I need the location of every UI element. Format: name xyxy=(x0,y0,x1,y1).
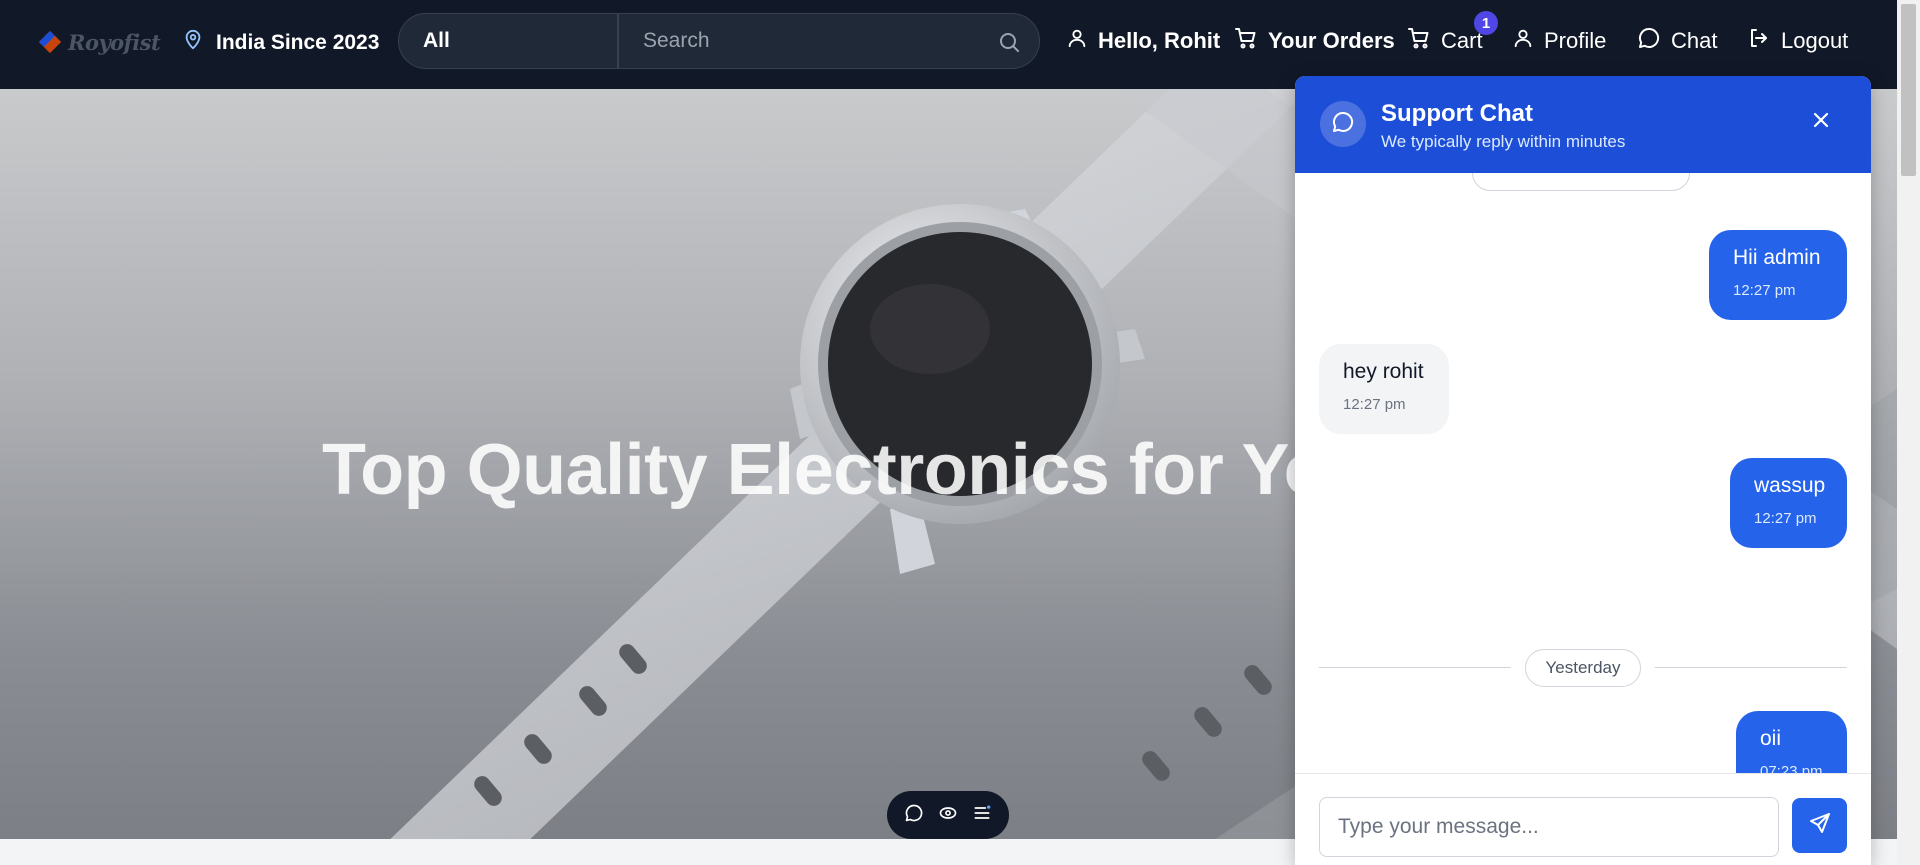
hero-title: Top Quality Electronics for You xyxy=(322,430,1371,510)
menu-icon[interactable] xyxy=(972,803,992,828)
location-indicator[interactable]: India Since 2023 xyxy=(182,28,379,58)
account-greeting[interactable]: Hello, Rohit xyxy=(1066,26,1220,56)
message-outgoing: wassup 12:27 pm xyxy=(1730,458,1847,548)
send-icon xyxy=(1808,811,1832,840)
orders-link[interactable]: Your Orders xyxy=(1234,26,1395,56)
message-time: 07:23 pm xyxy=(1760,763,1823,773)
profile-label: Profile xyxy=(1544,28,1607,53)
scrollbar-thumb[interactable] xyxy=(1901,4,1916,176)
cart-label: Cart xyxy=(1441,28,1483,53)
chat-label: Chat xyxy=(1671,28,1718,53)
message-input[interactable]: Type your message... xyxy=(1319,797,1779,857)
cart-count-badge: 1 xyxy=(1474,11,1498,35)
cart-icon xyxy=(1407,26,1431,56)
message-time: 12:27 pm xyxy=(1754,510,1817,527)
message-outgoing: Hii admin 12:27 pm xyxy=(1709,230,1847,320)
divider-line xyxy=(1319,667,1511,668)
greeting-label: Hello, Rohit xyxy=(1098,28,1221,53)
date-divider-pill xyxy=(1472,173,1690,191)
message-text: wassup xyxy=(1754,474,1826,497)
message-text: Hii admin xyxy=(1733,246,1821,269)
send-message-button[interactable] xyxy=(1792,798,1847,853)
chat-title: Support Chat xyxy=(1381,100,1533,127)
floating-toolbar xyxy=(887,791,1009,839)
message-input-placeholder: Type your message... xyxy=(1338,815,1539,838)
location-label: India Since 2023 xyxy=(216,31,380,54)
logo-text: Royofist xyxy=(68,29,161,55)
logout-icon xyxy=(1747,26,1771,56)
search-input[interactable]: Search xyxy=(618,13,1040,69)
logout-label: Logout xyxy=(1781,28,1849,53)
eye-icon[interactable] xyxy=(938,803,958,828)
message-time: 12:27 pm xyxy=(1343,396,1406,413)
chat-link[interactable]: Chat xyxy=(1637,26,1717,56)
chat-bubble-icon xyxy=(1331,110,1355,139)
chat-bubble-icon xyxy=(1637,26,1661,56)
search-icon[interactable] xyxy=(997,30,1021,60)
chat-subtitle: We typically reply within minutes xyxy=(1381,132,1626,151)
category-select[interactable]: All xyxy=(398,13,618,69)
page-scrollbar[interactable] xyxy=(1897,0,1920,865)
chat-bubble-icon[interactable] xyxy=(904,803,924,828)
chat-messages[interactable]: Hii admin 12:27 pm hey rohit 12:27 pm wa… xyxy=(1295,173,1871,773)
profile-link[interactable]: Profile xyxy=(1512,26,1606,56)
user-icon xyxy=(1512,26,1534,56)
divider-line xyxy=(1655,667,1847,668)
cart-icon xyxy=(1234,26,1258,56)
support-chat-panel: Support Chat We typically reply within m… xyxy=(1295,76,1871,865)
message-text: oii xyxy=(1760,727,1782,750)
user-icon xyxy=(1066,26,1088,56)
close-icon xyxy=(1812,111,1830,134)
site-logo[interactable]: Royofist xyxy=(36,28,161,56)
logo-icon xyxy=(36,28,64,56)
date-divider-pill: Yesterday xyxy=(1525,649,1641,687)
chat-avatar xyxy=(1320,101,1366,147)
search-bar: All Search xyxy=(398,13,1040,69)
location-pin-icon xyxy=(182,28,204,58)
close-chat-button[interactable] xyxy=(1809,110,1833,134)
message-text: hey rohit xyxy=(1343,360,1424,383)
message-outgoing: oii 07:23 pm xyxy=(1736,711,1847,773)
logout-link[interactable]: Logout xyxy=(1747,26,1848,56)
chat-header: Support Chat We typically reply within m… xyxy=(1295,76,1871,173)
search-placeholder: Search xyxy=(643,29,710,52)
chat-composer: Type your message... xyxy=(1295,773,1871,865)
message-incoming: hey rohit 12:27 pm xyxy=(1319,344,1449,434)
cart-link[interactable]: Cart xyxy=(1407,26,1483,56)
message-time: 12:27 pm xyxy=(1733,282,1796,299)
orders-label: Your Orders xyxy=(1268,28,1395,53)
